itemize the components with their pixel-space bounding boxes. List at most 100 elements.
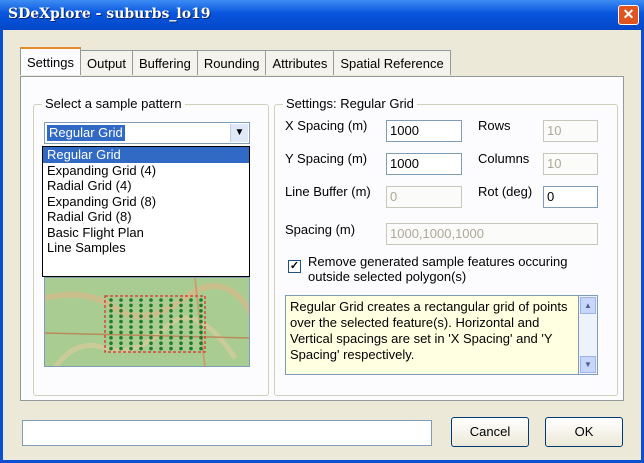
rows-field[interactable]: 10 bbox=[543, 120, 598, 142]
y-spacing-label: Y Spacing (m) bbox=[285, 151, 368, 166]
dropdown-option[interactable]: Line Samples bbox=[43, 240, 249, 256]
sample-point bbox=[189, 325, 193, 329]
sample-point bbox=[199, 341, 203, 345]
sample-point bbox=[179, 319, 183, 324]
sample-point bbox=[119, 298, 123, 302]
sample-point bbox=[199, 346, 203, 351]
close-button[interactable]: ✕ bbox=[618, 5, 639, 25]
title-bar[interactable]: SDeXplore - suburbs_lo19 ✕ bbox=[0, 0, 644, 30]
pattern-description: Regular Grid creates a rectangular grid … bbox=[285, 295, 579, 375]
y-spacing-field[interactable]: 1000 bbox=[386, 153, 462, 175]
sample-point bbox=[169, 314, 173, 318]
sample-point bbox=[179, 341, 183, 345]
tab-rounding[interactable]: Rounding bbox=[196, 50, 267, 75]
sample-point bbox=[159, 341, 163, 345]
spacing-field[interactable]: 1000,1000,1000 bbox=[386, 223, 598, 245]
columns-label: Columns bbox=[478, 151, 530, 166]
sample-point bbox=[179, 346, 183, 351]
sample-point bbox=[159, 303, 163, 308]
remove-features-label[interactable]: Remove generated sample features occurin… bbox=[308, 254, 608, 284]
sample-point bbox=[199, 330, 203, 335]
sample-point bbox=[199, 325, 203, 329]
sample-pattern-group-label: Select a sample pattern bbox=[42, 96, 185, 111]
sample-point bbox=[109, 330, 113, 335]
window-title: SDeXplore - suburbs_lo19 bbox=[8, 6, 211, 22]
columns-field[interactable]: 10 bbox=[543, 153, 598, 175]
chevron-down-icon[interactable]: ▼ bbox=[230, 124, 248, 142]
sample-point bbox=[199, 303, 203, 308]
sample-point bbox=[109, 336, 113, 340]
sample-pattern-select[interactable]: Regular Grid ▼ bbox=[44, 122, 250, 144]
sample-point bbox=[149, 325, 153, 329]
sample-point bbox=[189, 314, 193, 318]
sample-point bbox=[129, 341, 133, 345]
sample-point bbox=[119, 346, 123, 351]
tab-output[interactable]: Output bbox=[79, 50, 134, 75]
tab-attributes[interactable]: Attributes bbox=[265, 50, 335, 75]
sample-point bbox=[189, 346, 193, 351]
sample-point bbox=[199, 298, 203, 302]
dropdown-option[interactable]: Radial Grid (8) bbox=[43, 209, 249, 225]
checkmark-icon: ✓ bbox=[289, 260, 300, 272]
x-spacing-field[interactable]: 1000 bbox=[386, 120, 462, 142]
sample-point bbox=[119, 319, 123, 324]
dropdown-option[interactable]: Basic Flight Plan bbox=[43, 225, 249, 241]
settings-group-label: Settings: Regular Grid bbox=[283, 96, 417, 111]
sample-point bbox=[199, 309, 203, 313]
sample-point bbox=[119, 303, 123, 308]
sample-point bbox=[119, 341, 123, 345]
scroll-up-button[interactable]: ▲ bbox=[580, 297, 596, 314]
remove-features-checkbox[interactable]: ✓ bbox=[288, 260, 301, 273]
sample-point bbox=[129, 309, 133, 313]
dropdown-option[interactable]: Radial Grid (4) bbox=[43, 178, 249, 194]
cancel-button[interactable]: Cancel bbox=[451, 417, 529, 447]
sample-point bbox=[169, 309, 173, 313]
tab-buffering[interactable]: Buffering bbox=[132, 50, 198, 75]
sample-point bbox=[179, 336, 183, 340]
sample-point bbox=[189, 336, 193, 340]
sample-point bbox=[119, 336, 123, 340]
sample-point bbox=[159, 330, 163, 335]
sample-point bbox=[119, 330, 123, 335]
ok-button[interactable]: OK bbox=[545, 417, 623, 447]
sample-point bbox=[189, 298, 193, 302]
sample-point bbox=[169, 298, 173, 302]
sample-pattern-selected: Regular Grid bbox=[47, 125, 125, 141]
line-buffer-field[interactable]: 0 bbox=[386, 186, 462, 208]
sample-point bbox=[169, 325, 173, 329]
map-preview-image bbox=[45, 278, 249, 366]
sample-point bbox=[149, 346, 153, 351]
rotation-field[interactable]: 0 bbox=[543, 186, 598, 208]
sample-point bbox=[179, 330, 183, 335]
tab-settings[interactable]: Settings bbox=[20, 47, 81, 75]
dropdown-option[interactable]: Expanding Grid (8) bbox=[43, 194, 249, 210]
sample-point bbox=[139, 314, 143, 318]
dropdown-option[interactable]: Regular Grid bbox=[43, 147, 249, 163]
sample-point bbox=[159, 298, 163, 302]
sample-point bbox=[109, 346, 113, 351]
dropdown-option[interactable]: Expanding Grid (4) bbox=[43, 163, 249, 179]
sample-point bbox=[129, 319, 133, 324]
sample-point bbox=[159, 314, 163, 318]
rows-label: Rows bbox=[478, 118, 511, 133]
sample-point bbox=[109, 303, 113, 308]
tab-spatial-reference[interactable]: Spatial Reference bbox=[333, 50, 451, 75]
status-bar bbox=[22, 420, 432, 446]
sample-point bbox=[139, 330, 143, 335]
sample-point bbox=[109, 341, 113, 345]
sample-point bbox=[179, 298, 183, 302]
description-scrollbar[interactable]: ▲ ▼ bbox=[579, 295, 598, 375]
sample-point bbox=[159, 325, 163, 329]
sample-point bbox=[149, 309, 153, 313]
sample-point bbox=[179, 309, 183, 313]
sample-point bbox=[129, 303, 133, 308]
sample-point bbox=[189, 309, 193, 313]
scroll-down-button[interactable]: ▼ bbox=[580, 356, 596, 373]
sample-point bbox=[169, 330, 173, 335]
sample-point bbox=[109, 314, 113, 318]
sample-point bbox=[149, 336, 153, 340]
sample-point bbox=[139, 346, 143, 351]
sample-point bbox=[159, 319, 163, 324]
sample-point bbox=[109, 298, 113, 302]
sample-point bbox=[169, 341, 173, 345]
